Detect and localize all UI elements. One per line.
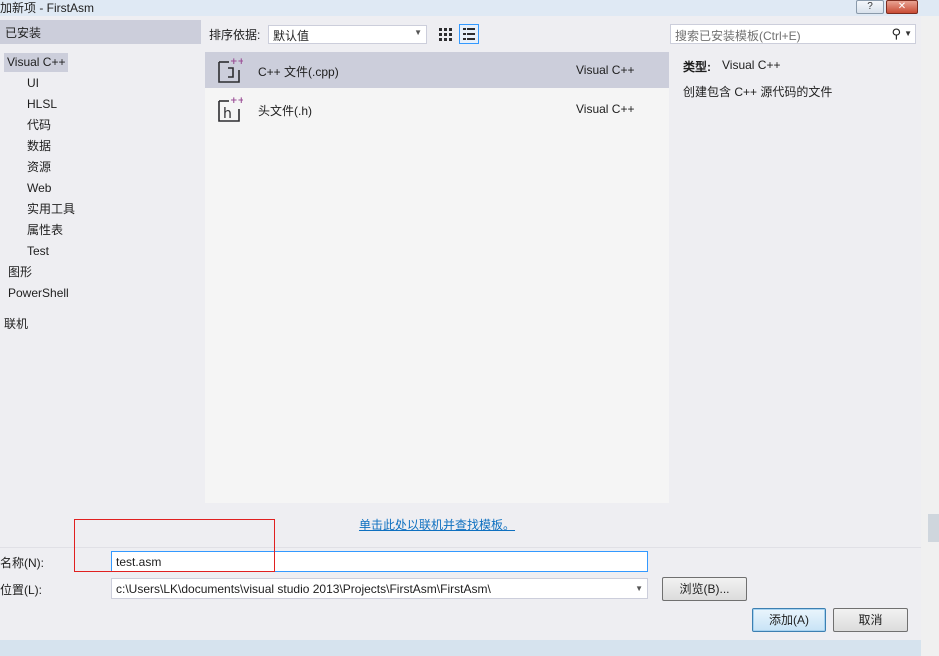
template-name: 头文件(.h) — [258, 104, 313, 118]
tree-item-property-sheet[interactable]: 属性表 — [27, 221, 63, 240]
name-label: 名称(N): — [0, 556, 44, 570]
tree-item-online[interactable]: 联机 — [4, 315, 28, 334]
location-label: 位置(L): — [0, 583, 43, 597]
template-language: Visual C++ — [576, 63, 635, 77]
search-placeholder: 搜索已安装模板(Ctrl+E) — [675, 29, 801, 43]
browse-button[interactable]: 浏览(B)... — [662, 577, 747, 601]
location-value: c:\Users\LK\documents\visual studio 2013… — [116, 582, 491, 596]
help-button[interactable]: ? — [856, 0, 884, 14]
online-templates-link[interactable]: 单击此处以联机并查找模板。 — [359, 516, 515, 533]
tree-item-ui[interactable]: UI — [27, 74, 39, 93]
template-language: Visual C++ — [576, 102, 635, 116]
sort-label: 排序依据: — [209, 28, 261, 42]
background-window-edge — [921, 16, 939, 656]
tree-item-graphics[interactable]: 图形 — [8, 263, 32, 282]
tree-item-data[interactable]: 数据 — [27, 137, 51, 156]
template-row-cpp[interactable]: ++ C++ 文件(.cpp) Visual C++ — [205, 52, 669, 88]
list-view-icon — [463, 28, 475, 40]
template-name: C++ 文件(.cpp) — [258, 65, 339, 79]
sort-select[interactable]: 默认值 ▼ — [268, 25, 427, 44]
info-description: 创建包含 C++ 源代码的文件 — [683, 85, 833, 99]
tree-item-utility[interactable]: 实用工具 — [27, 200, 75, 219]
grid-view-icon — [439, 28, 452, 41]
list-view-button[interactable] — [459, 24, 479, 44]
window-title: 加新项 - FirstAsm — [0, 1, 94, 15]
cancel-button[interactable]: 取消 — [833, 608, 908, 632]
svg-text:++: ++ — [230, 57, 243, 67]
sort-value: 默认值 — [273, 29, 310, 43]
highlight-annotation-box — [74, 519, 275, 572]
location-field[interactable]: c:\Users\LK\documents\visual studio 2013… — [111, 578, 648, 599]
tree-item-hlsl[interactable]: HLSL — [27, 95, 57, 114]
search-icon[interactable]: ⚲ — [891, 26, 901, 42]
chevron-down-icon: ▼ — [414, 28, 422, 37]
cpp-file-icon: ++ — [218, 57, 243, 83]
tree-item-test[interactable]: Test — [27, 242, 49, 261]
header-file-icon: h ++ — [218, 96, 243, 122]
add-button[interactable]: 添加(A) — [752, 608, 826, 632]
info-type-value: Visual C++ — [722, 58, 781, 72]
close-button[interactable]: ✕ — [886, 0, 918, 14]
tree-item-visual-cpp[interactable]: Visual C++ — [4, 53, 69, 72]
template-list: ++ C++ 文件(.cpp) Visual C++ h ++ 头文件(.h) … — [205, 52, 669, 503]
template-row-header[interactable]: h ++ 头文件(.h) Visual C++ — [205, 91, 669, 127]
svg-text:h: h — [223, 106, 232, 122]
tree-item-powershell[interactable]: PowerShell — [8, 284, 69, 303]
title-bar: 加新项 - FirstAsm ? ✕ — [0, 0, 939, 16]
svg-text:++: ++ — [230, 96, 243, 106]
search-input[interactable]: 搜索已安装模板(Ctrl+E) ⚲ ▼ — [670, 24, 916, 44]
chevron-down-icon[interactable]: ▼ — [904, 29, 912, 38]
tree-header-installed[interactable]: 已安装 — [0, 20, 201, 44]
window-frame-bottom — [0, 640, 921, 656]
chevron-down-icon[interactable]: ▼ — [635, 584, 643, 593]
info-type-label: 类型: — [683, 60, 711, 74]
grid-view-button[interactable] — [435, 24, 455, 44]
background-scroll-mark — [928, 514, 939, 542]
tree-item-web[interactable]: Web — [27, 179, 51, 198]
tree-item-code[interactable]: 代码 — [27, 116, 51, 135]
tree-item-resource[interactable]: 资源 — [27, 158, 51, 177]
